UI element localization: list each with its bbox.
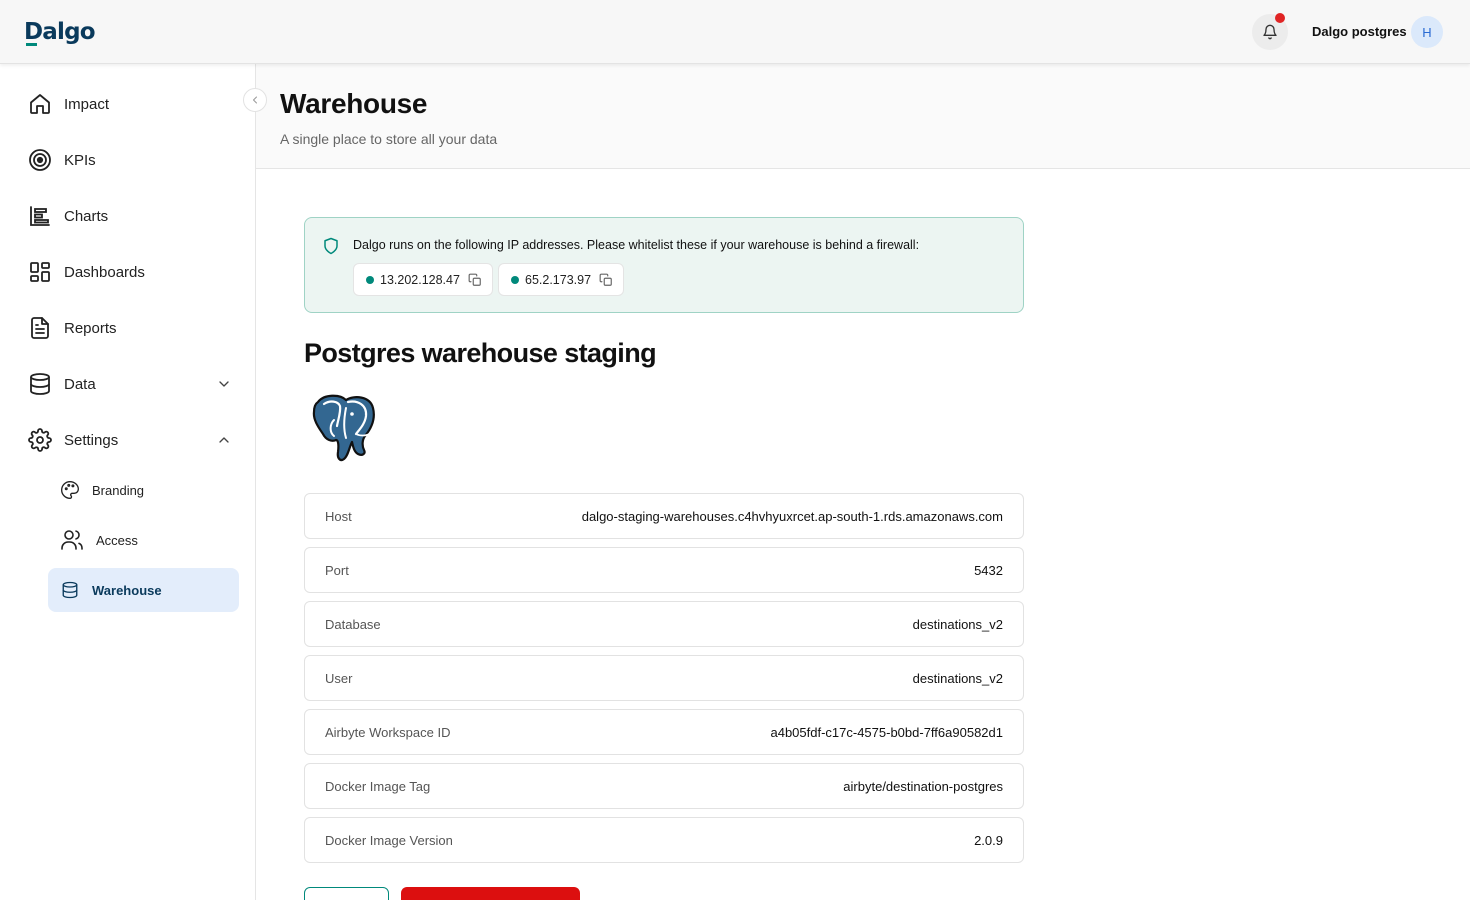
- sidebar-item-reports[interactable]: Reports: [24, 308, 240, 348]
- ip-whitelist-banner: Dalgo runs on the following IP addresses…: [304, 217, 1024, 313]
- ip-chip[interactable]: 13.202.128.47: [353, 263, 493, 296]
- detail-row-docker-image-tag: Docker Image Tag airbyte/destination-pos…: [304, 763, 1024, 809]
- chevron-down-icon: [219, 381, 229, 387]
- bell-icon: [1263, 24, 1277, 40]
- sidebar-item-charts[interactable]: Charts: [24, 196, 240, 236]
- logo-text: Dalgo: [24, 19, 96, 45]
- detail-value: 2.0.9: [974, 832, 1003, 848]
- top-bar: Dalgo Dalgo postgres H: [0, 0, 1470, 64]
- ip-chip[interactable]: 65.2.173.97: [498, 263, 625, 296]
- detail-label: Docker Image Tag: [325, 778, 431, 794]
- detail-row-host: Host dalgo-staging-warehouses.c4hvhyuxrc…: [304, 493, 1024, 539]
- notifications-button[interactable]: [1252, 13, 1288, 50]
- chevron-left-icon: [253, 96, 257, 104]
- detail-value: destinations_v2: [912, 616, 1003, 632]
- detail-value: destinations_v2: [912, 670, 1003, 686]
- warehouse-name: Postgres warehouse staging: [304, 338, 657, 368]
- copy-icon[interactable]: [468, 273, 482, 287]
- palette-icon: [48, 468, 92, 512]
- detail-label: Docker Image Version: [325, 832, 453, 848]
- sidebar-item-data[interactable]: Data: [24, 364, 240, 404]
- sidebar-item-dashboards[interactable]: Dashboards: [24, 252, 240, 292]
- bar-chart-icon: [24, 200, 56, 232]
- sidebar-item-label: KPIs: [64, 151, 96, 169]
- detail-label: Database: [325, 616, 381, 632]
- detail-row-database: Database destinations_v2: [304, 601, 1024, 647]
- banner-text: Dalgo runs on the following IP addresses…: [353, 238, 920, 252]
- sidebar-item-label: Settings: [64, 431, 119, 449]
- detail-row-port: Port 5432: [304, 547, 1024, 593]
- org-name[interactable]: Dalgo postgres: [1312, 24, 1407, 39]
- sidebar-item-label: Reports: [64, 319, 117, 337]
- detail-value: 5432: [974, 562, 1003, 578]
- gear-icon: [24, 424, 56, 456]
- sidebar-item-label: Charts: [64, 207, 109, 225]
- sidebar-item-label: Impact: [64, 95, 110, 113]
- postgres-elephant-icon: [310, 392, 378, 467]
- sidebar-subitem-label: Warehouse: [92, 582, 162, 598]
- target-icon: [24, 144, 56, 176]
- status-dot: [366, 275, 374, 284]
- page-subtitle: A single place to store all your data: [280, 131, 498, 147]
- edit-warehouse-button[interactable]: [304, 887, 389, 900]
- sidebar-item-kpis[interactable]: KPIs: [24, 140, 240, 180]
- document-icon: [24, 312, 56, 344]
- users-icon: [48, 518, 96, 562]
- sidebar-item-label: Dashboards: [64, 263, 145, 281]
- detail-label: Port: [325, 562, 349, 578]
- home-icon: [24, 88, 56, 120]
- detail-label: Host: [325, 508, 352, 524]
- detail-row-docker-image-version: Docker Image Version 2.0.9: [304, 817, 1024, 863]
- chevron-up-icon: [219, 437, 229, 443]
- detail-label: Airbyte Workspace ID: [325, 724, 451, 740]
- sidebar-subitem-access[interactable]: Access: [48, 518, 239, 562]
- notification-badge-dot: [1275, 13, 1285, 23]
- logo-accent-bar: [26, 43, 37, 46]
- sidebar-subitem-label: Branding: [92, 482, 145, 498]
- detail-value: dalgo-staging-warehouses.c4hvhyuxrcet.ap…: [581, 508, 1003, 524]
- detail-row-user: User destinations_v2: [304, 655, 1024, 701]
- ip-address: 65.2.173.97: [525, 272, 592, 287]
- page-title: Warehouse: [280, 88, 428, 119]
- ip-address: 13.202.128.47: [380, 272, 460, 287]
- sidebar-item-impact[interactable]: Impact: [24, 84, 240, 124]
- page-header: Warehouse A single place to store all yo…: [256, 64, 1470, 169]
- delete-warehouse-button[interactable]: [401, 887, 580, 900]
- sidebar-item-label: Data: [64, 375, 96, 393]
- detail-label: User: [325, 670, 353, 686]
- sidebar-subitem-label: Access: [96, 532, 138, 548]
- sidebar-subitem-branding[interactable]: Branding: [48, 468, 239, 512]
- shield-icon: [322, 237, 340, 260]
- dalgo-logo[interactable]: Dalgo: [24, 17, 96, 47]
- detail-value: airbyte/destination-postgres: [843, 778, 1003, 794]
- database-icon: [24, 368, 56, 400]
- sidebar-collapse-button[interactable]: [243, 88, 267, 112]
- dashboard-grid-icon: [24, 256, 56, 288]
- sidebar-subitem-warehouse[interactable]: Warehouse: [48, 568, 239, 612]
- sidebar-item-settings[interactable]: Settings: [24, 420, 240, 460]
- detail-row-airbyte-workspace-id: Airbyte Workspace ID a4b05fdf-c17c-4575-…: [304, 709, 1024, 755]
- copy-icon[interactable]: [599, 273, 613, 287]
- avatar[interactable]: H: [1411, 16, 1443, 48]
- database-icon: [48, 568, 92, 612]
- detail-value: a4b05fdf-c17c-4575-b0bd-7ff6a90582d1: [770, 724, 1003, 740]
- status-dot: [511, 275, 519, 284]
